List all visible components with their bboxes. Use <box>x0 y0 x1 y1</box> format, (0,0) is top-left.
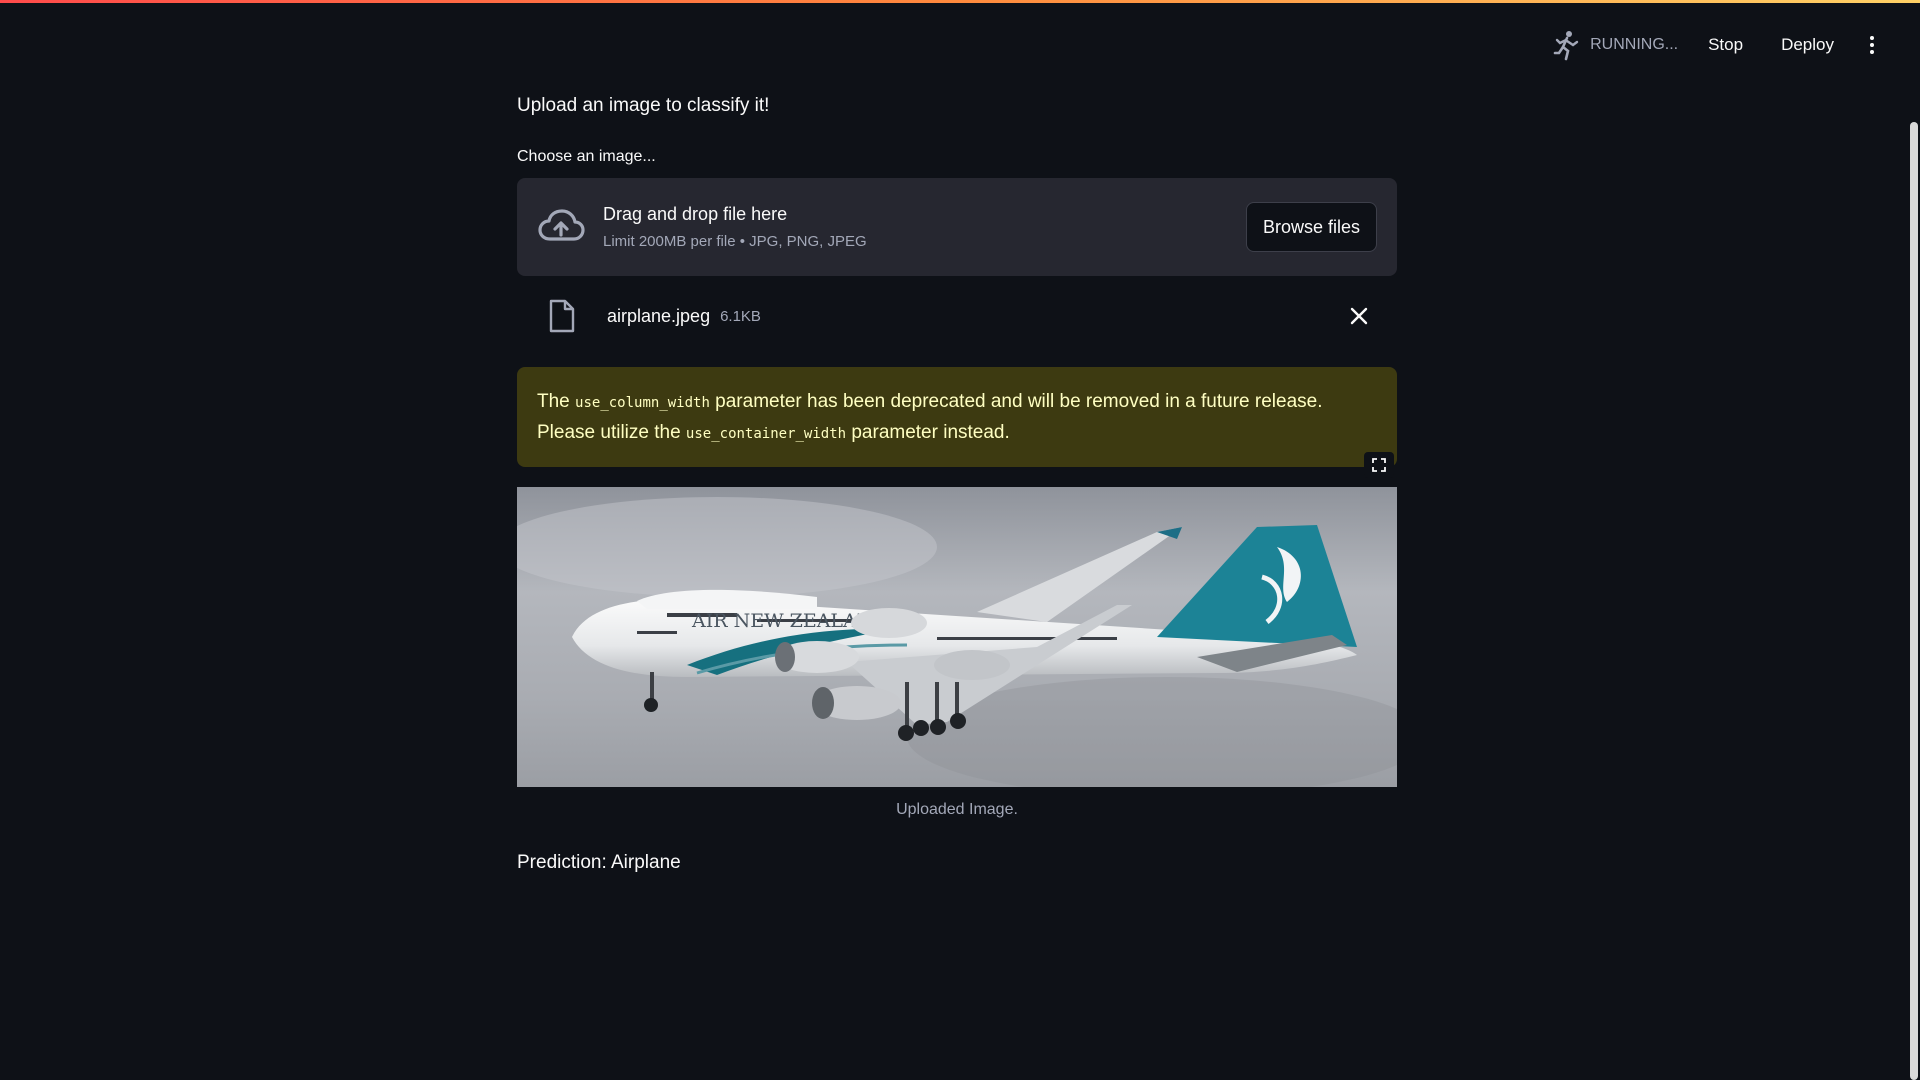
warning-code-1: use_column_width <box>575 395 710 411</box>
browse-files-button[interactable]: Browse files <box>1245 202 1377 252</box>
stop-button[interactable]: Stop <box>1702 29 1749 61</box>
dropzone-title: Drag and drop file here <box>603 204 788 224</box>
airplane-illustration: AIR NEW ZEALAND <box>517 487 1397 787</box>
uploader-label: Choose an image... <box>517 148 656 165</box>
uploaded-file-row: airplane.jpeg 6.1KB <box>517 292 1397 340</box>
dropzone-limit: Limit 200MB per file • JPG, PNG, JPEG <box>603 233 867 250</box>
fullscreen-icon[interactable] <box>1364 452 1394 478</box>
prediction-text: Prediction: Airplane <box>517 852 681 873</box>
running-man-icon <box>1553 31 1579 61</box>
uploaded-file-size: 6.1KB <box>720 307 761 325</box>
cloud-upload-icon <box>538 209 585 241</box>
file-icon <box>549 299 575 333</box>
page-scrollbar[interactable] <box>1910 122 1918 1080</box>
image-caption: Uploaded Image. <box>896 801 1018 818</box>
uploaded-file-name: airplane.jpeg <box>607 305 711 326</box>
running-status-text: RUNNING... <box>1590 36 1679 53</box>
running-status: RUNNING... <box>1552 29 1678 61</box>
deploy-button[interactable]: Deploy <box>1775 29 1840 61</box>
kebab-menu-icon[interactable] <box>1862 30 1882 60</box>
file-dropzone[interactable]: Drag and drop file here Limit 200MB per … <box>517 178 1397 276</box>
deprecation-warning: The use_column_width parameter has been … <box>517 367 1397 467</box>
warning-code-2: use_container_width <box>685 426 847 442</box>
uploaded-image: AIR NEW ZEALAND <box>517 487 1397 787</box>
top-decoration-bar <box>0 0 1920 3</box>
app-header: RUNNING... Stop Deploy <box>1552 28 1882 62</box>
warning-text-part1: The <box>537 391 576 412</box>
intro-text: Upload an image to classify it! <box>517 95 770 116</box>
warning-text-part3: parameter instead. <box>846 422 1010 443</box>
dropzone-text: Drag and drop file here Limit 200MB per … <box>603 204 1246 250</box>
close-icon[interactable] <box>1341 298 1377 334</box>
